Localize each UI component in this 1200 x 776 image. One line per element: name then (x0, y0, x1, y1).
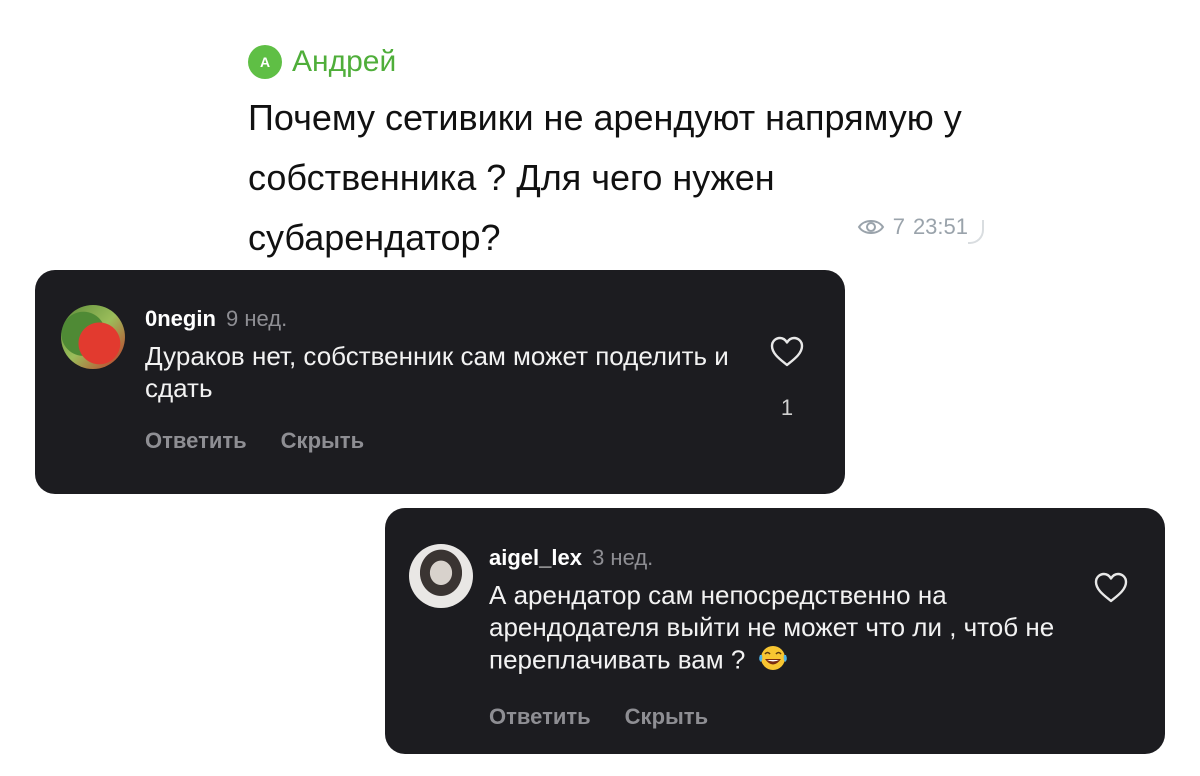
eye-icon (857, 218, 885, 236)
comment-age: 9 нед. (226, 306, 288, 331)
comment-username[interactable]: 0negin (145, 306, 216, 331)
like-column (1091, 572, 1131, 609)
heart-icon[interactable] (769, 336, 805, 372)
comment-body: 0negin 9 нед. Дураков нет, собственник с… (145, 306, 745, 454)
avatar[interactable] (61, 305, 125, 369)
hide-button[interactable]: Скрыть (625, 704, 708, 730)
view-count: 7 (892, 214, 905, 239)
telegram-message: А Андрей Почему сетивики не арендуют нап… (248, 40, 988, 258)
message-text: Почему сетивики не арендуют напрямую у с… (248, 97, 962, 258)
comment-actions: Ответить Скрыть (145, 428, 745, 454)
comment-username[interactable]: aigel_lex (489, 545, 582, 570)
avatar[interactable] (409, 544, 473, 608)
comment-header: 0negin 9 нед. (145, 306, 745, 332)
like-count: 1 (780, 395, 794, 420)
reply-button[interactable]: Ответить (489, 704, 591, 730)
comment-text: Дураков нет, собственник сам может подел… (145, 341, 729, 403)
bubble-tail (968, 220, 984, 244)
message-meta: 7 23:51 (857, 214, 968, 240)
comment-card: aigel_lex 3 нед. А арендатор сам непосре… (385, 508, 1165, 754)
like-column: 1 (767, 336, 807, 421)
comment-body: aigel_lex 3 нед. А арендатор сам непосре… (489, 545, 1089, 730)
comment-age: 3 нед. (592, 545, 654, 570)
author-avatar[interactable]: А (248, 45, 282, 79)
comment-text: А арендатор сам непосредственно на аренд… (489, 579, 1089, 680)
message-time: 23:51 (912, 214, 968, 239)
face-with-tears-of-joy-icon (757, 643, 789, 680)
author-name[interactable]: Андрей (292, 45, 396, 79)
reply-button[interactable]: Ответить (145, 428, 247, 454)
heart-icon[interactable] (1093, 572, 1129, 608)
message-header: А Андрей (248, 40, 988, 84)
comment-header: aigel_lex 3 нед. (489, 545, 1089, 571)
screenshot-collage: А Андрей Почему сетивики не арендуют нап… (0, 0, 1200, 776)
comment-actions: Ответить Скрыть (489, 704, 1089, 730)
hide-button[interactable]: Скрыть (281, 428, 364, 454)
comment-card: 0negin 9 нед. Дураков нет, собственник с… (35, 270, 845, 494)
